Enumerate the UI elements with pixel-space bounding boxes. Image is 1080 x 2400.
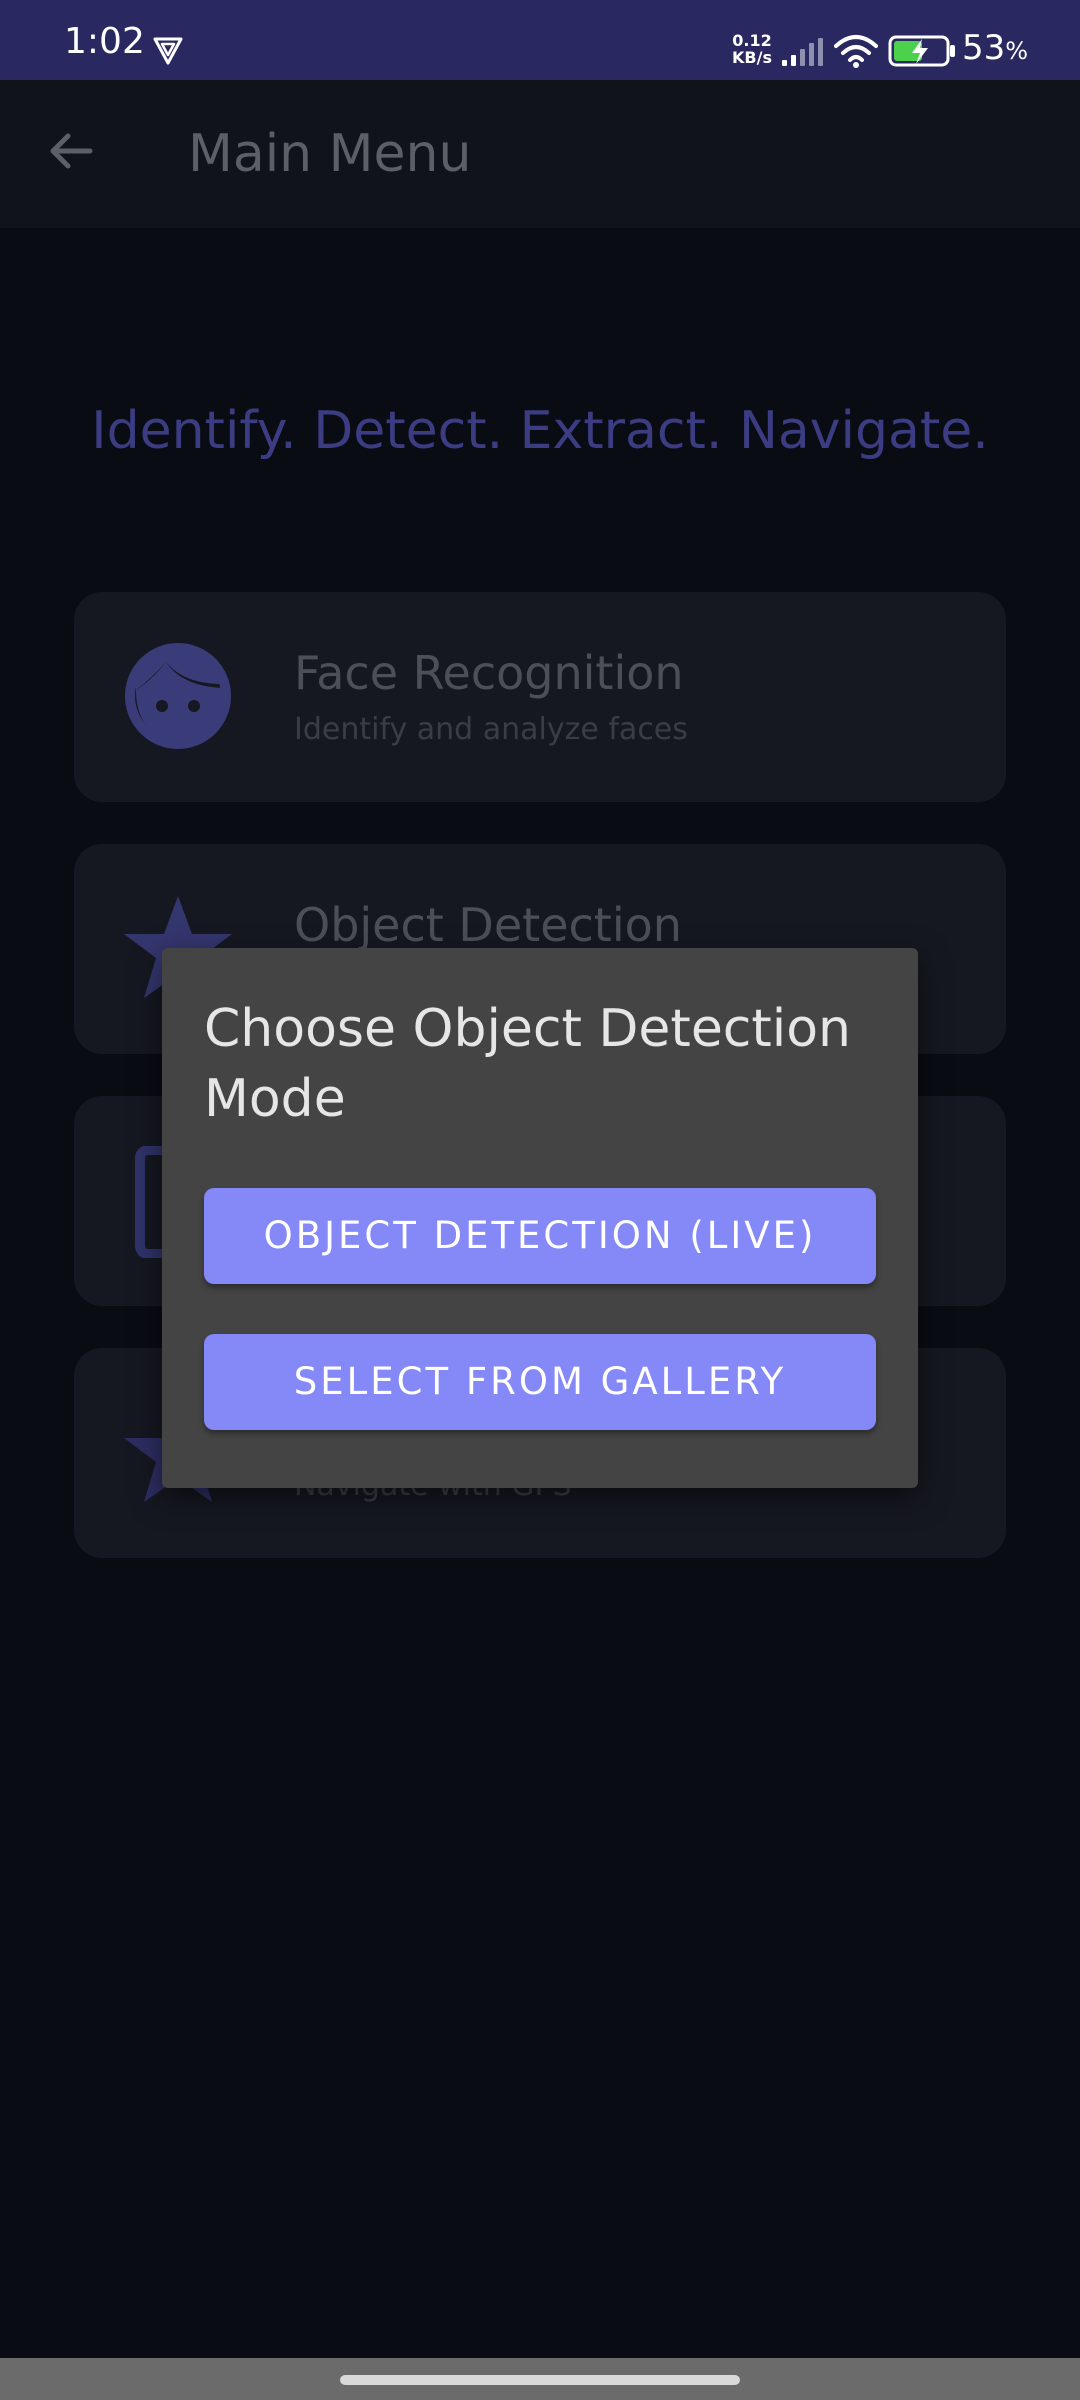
wifi-icon (834, 35, 878, 68)
page-title: Main Menu (188, 124, 472, 184)
battery-percent-value: 53 (962, 28, 1006, 68)
battery-icon (888, 35, 955, 67)
signal-icon (782, 38, 823, 66)
status-bar: 1:02 0.12 KB/s 53% (0, 0, 1080, 80)
card-title: Face Recognition (294, 646, 684, 700)
face-icon (125, 643, 231, 749)
gallery-button[interactable]: SELECT FROM GALLERY (204, 1334, 876, 1430)
network-speed-value: 0.12 (732, 31, 772, 50)
shield-icon (153, 37, 183, 65)
menu-card-face-recognition[interactable]: Face Recognition Identify and analyze fa… (74, 592, 1006, 802)
network-speed: 0.12 KB/s (726, 32, 778, 66)
live-detection-button[interactable]: OBJECT DETECTION (LIVE) (204, 1188, 876, 1284)
home-handle[interactable] (340, 2375, 740, 2385)
navigation-bar (0, 2358, 1080, 2400)
card-title: Object Detection (294, 898, 682, 952)
battery-percent-sign: % (1005, 37, 1029, 65)
back-arrow-icon[interactable] (44, 124, 98, 178)
network-speed-unit: KB/s (732, 48, 772, 67)
card-subtitle: Identify and analyze faces (294, 712, 688, 747)
app-bar: Main Menu (0, 80, 1080, 228)
dialog-title: Choose Object Detection Mode (204, 999, 852, 1129)
tagline: Identify. Detect. Extract. Navigate. (91, 401, 989, 461)
status-time: 1:02 (64, 21, 145, 62)
mode-dialog: Choose Object Detection Mode OBJECT DETE… (162, 948, 918, 1488)
battery-percent: 53% (962, 28, 1028, 71)
